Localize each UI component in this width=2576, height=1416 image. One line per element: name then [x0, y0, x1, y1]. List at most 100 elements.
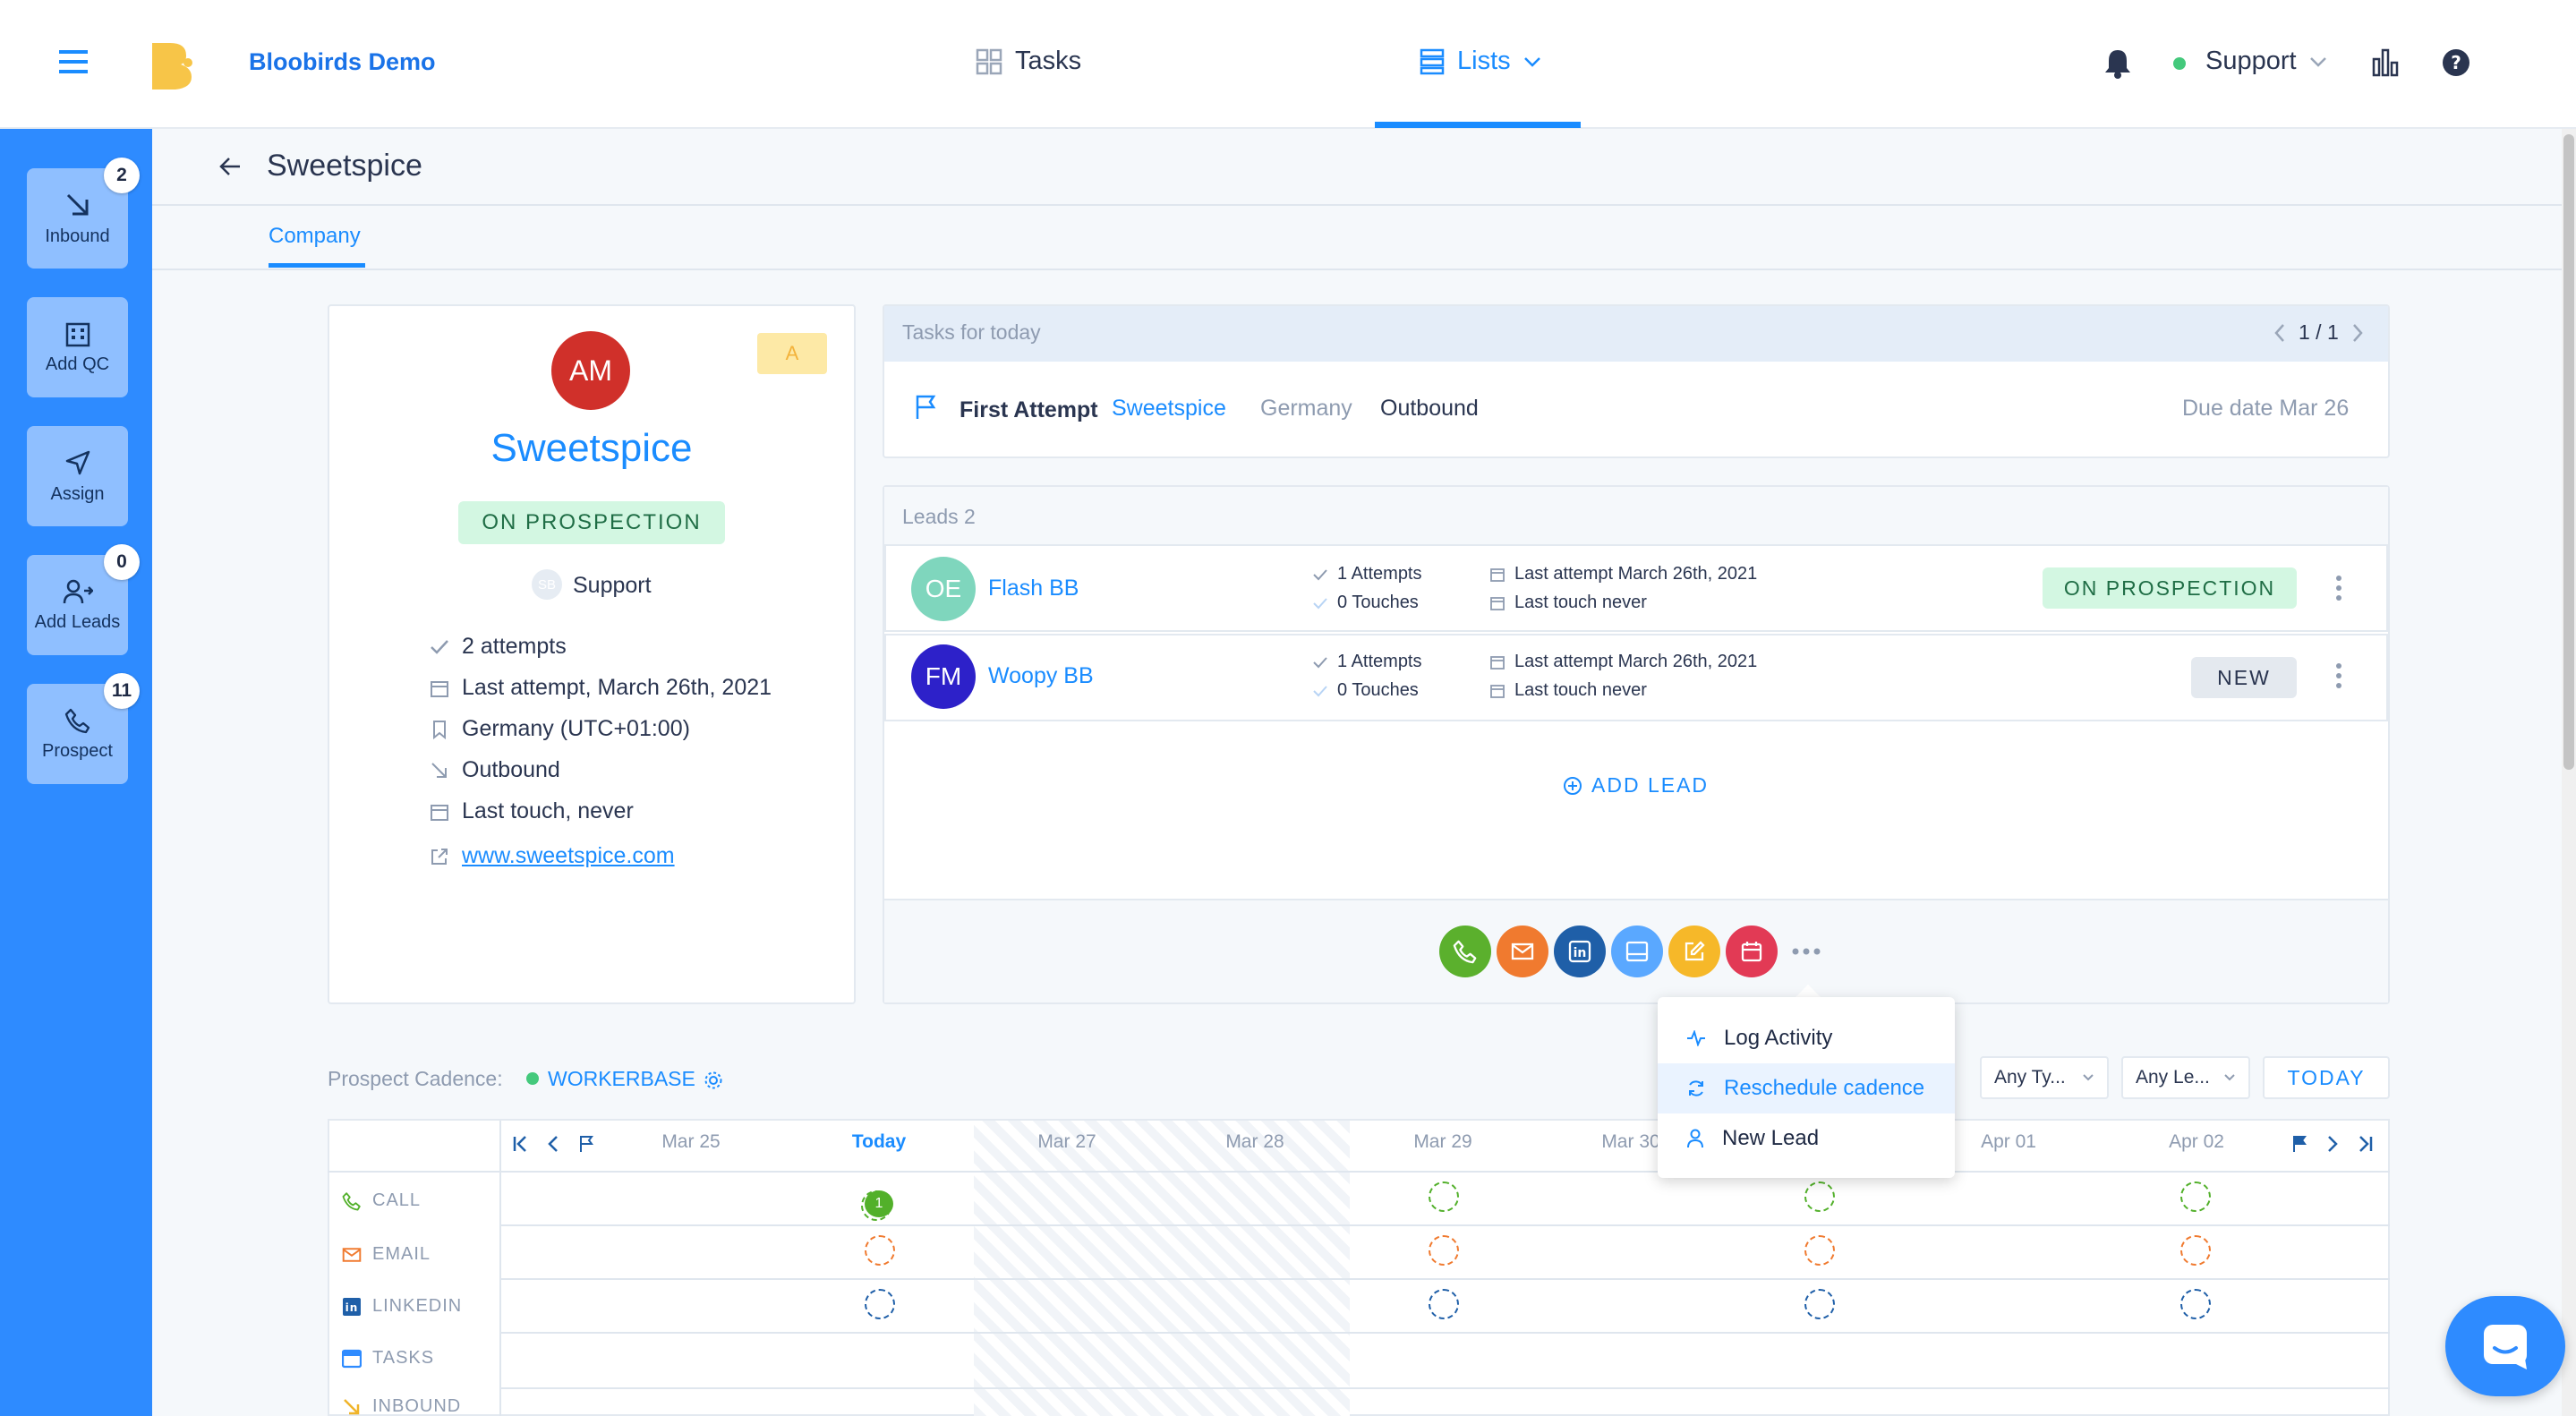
tab-lists[interactable]: Lists [1420, 47, 1541, 76]
email-button[interactable] [1497, 926, 1548, 977]
task-button[interactable] [1611, 926, 1663, 977]
day-header: Mar 29 [1413, 1131, 1472, 1152]
call-marker[interactable] [1804, 1181, 1835, 1212]
type-filter-select[interactable]: Any Ty... [1980, 1056, 2109, 1099]
add-lead-button[interactable]: ADD LEAD [1563, 773, 1709, 798]
sidebar-item-assign[interactable]: Assign [27, 426, 128, 526]
settings-gear-icon[interactable] [704, 1071, 723, 1090]
inbound-count-badge: 2 [104, 158, 140, 193]
bloobirds-logo[interactable] [149, 39, 195, 90]
cadence-status-dot [526, 1072, 539, 1085]
cadence-name-link[interactable]: WORKERBASE [548, 1067, 695, 1091]
scrollbar-thumb[interactable] [2563, 134, 2574, 770]
hamburger-menu-icon[interactable] [59, 48, 88, 75]
call-marker[interactable] [1429, 1181, 1459, 1212]
phone-icon [342, 1191, 361, 1210]
last-touch-text: Last touch, never [462, 798, 634, 823]
call-button[interactable] [1439, 926, 1491, 977]
menu-item-label: Reschedule cadence [1724, 1076, 1925, 1100]
linkedin-marker[interactable] [1804, 1289, 1835, 1319]
tab-tasks[interactable]: Tasks [976, 47, 1081, 76]
chevron-left-icon[interactable] [2273, 323, 2286, 343]
more-options-icon[interactable] [2334, 662, 2343, 689]
back-arrow-icon[interactable] [218, 156, 242, 177]
cadence-grid [328, 1119, 2390, 1416]
linkedin-button[interactable]: in [1554, 926, 1606, 977]
score-badge: A [757, 333, 827, 374]
lead-row[interactable] [884, 634, 2388, 721]
sidebar-item-add-qc[interactable]: Add QC [27, 297, 128, 397]
more-actions-menu: Log Activity Reschedule cadence New Lead [1658, 997, 1955, 1178]
lead-status-badge[interactable]: ON PROSPECTION [2043, 567, 2297, 609]
task-country: Germany [1260, 396, 1352, 421]
linkedin-icon: in [343, 1297, 361, 1316]
tab-company[interactable]: Company [269, 224, 361, 249]
list-icon [1420, 48, 1445, 74]
call-marker[interactable] [2180, 1181, 2211, 1212]
channel-call: CALL [342, 1190, 421, 1211]
company-status-badge[interactable]: ON PROSPECTION [458, 501, 725, 544]
online-status-dot [2173, 57, 2186, 70]
window-icon [1625, 941, 1649, 962]
email-marker[interactable] [865, 1235, 895, 1266]
double-check-icon [1313, 597, 1327, 609]
bell-icon[interactable] [2103, 48, 2132, 79]
email-marker[interactable] [1804, 1235, 1835, 1266]
linkedin-marker[interactable] [1429, 1289, 1459, 1319]
tab-tasks-label: Tasks [1015, 47, 1082, 75]
task-company-link[interactable]: Sweetspice [1112, 396, 1226, 422]
check-icon [1313, 568, 1327, 580]
lead-status-badge[interactable]: NEW [2191, 657, 2297, 698]
menu-item-log-activity[interactable]: Log Activity [1658, 1013, 1955, 1063]
country-text: Germany (UTC+01:00) [462, 716, 690, 741]
note-button[interactable] [1668, 926, 1720, 977]
website-link[interactable]: www.sweetspice.com [462, 843, 675, 869]
double-check-icon [1313, 685, 1327, 696]
chevron-left-icon[interactable] [548, 1135, 559, 1153]
chat-launcher-button[interactable] [2445, 1296, 2565, 1396]
type-filter-value: Any Ty... [1994, 1067, 2066, 1088]
email-marker[interactable] [1429, 1235, 1459, 1266]
chevron-right-icon[interactable] [2327, 1135, 2338, 1153]
flag-icon[interactable] [578, 1135, 594, 1153]
lead-touches: 0 Touches [1312, 680, 1419, 701]
lead-attempts-text: 1 Attempts [1337, 652, 1422, 671]
lead-last-attempt: Last attempt March 26th, 2021 [1489, 652, 1757, 672]
task-title[interactable]: First Attempt [960, 397, 1098, 423]
day-header: Apr 02 [2169, 1131, 2224, 1152]
menu-item-new-lead[interactable]: New Lead [1658, 1113, 1955, 1164]
flag-icon[interactable] [2291, 1135, 2307, 1153]
lead-attempts: 1 Attempts [1312, 652, 1422, 672]
task-due-date: Due date Mar 26 [2182, 396, 2350, 421]
first-page-icon[interactable] [512, 1135, 528, 1153]
company-name[interactable]: Sweetspice [328, 426, 856, 471]
bar-chart-icon[interactable] [2372, 48, 2399, 77]
calendar-icon [431, 804, 448, 821]
today-button[interactable]: TODAY [2263, 1056, 2390, 1099]
call-count-badge[interactable]: 1 [865, 1190, 893, 1217]
menu-item-label: Log Activity [1724, 1026, 1833, 1050]
channel-email: EMAIL [342, 1244, 431, 1265]
chevron-right-icon[interactable] [2351, 323, 2364, 343]
meeting-button[interactable] [1726, 926, 1778, 977]
channel-tasks: TASKS [342, 1348, 434, 1369]
add-user-icon [63, 579, 93, 603]
linkedin-marker[interactable] [2180, 1289, 2211, 1319]
more-options-icon[interactable] [2334, 575, 2343, 601]
help-icon[interactable]: ? [2442, 48, 2470, 77]
day-header: Mar 27 [1037, 1131, 1096, 1152]
website-row: www.sweetspice.com [430, 843, 675, 869]
linkedin-marker[interactable] [865, 1289, 895, 1319]
user-menu[interactable]: Support [2205, 47, 2327, 76]
lead-name-link[interactable]: Flash BB [988, 576, 1079, 601]
email-marker[interactable] [2180, 1235, 2211, 1266]
lead-last-touch-text: Last touch never [1514, 593, 1647, 612]
last-page-icon[interactable] [2358, 1135, 2374, 1153]
phone-icon [64, 708, 90, 733]
more-actions-icon[interactable] [1792, 947, 1821, 956]
lead-name-link[interactable]: Woopy BB [988, 663, 1094, 689]
brand-name[interactable]: Bloobirds Demo [249, 48, 436, 76]
menu-item-reschedule-cadence[interactable]: Reschedule cadence [1658, 1063, 1955, 1113]
grid-line [501, 1332, 2390, 1334]
lead-filter-select[interactable]: Any Le... [2121, 1056, 2250, 1099]
